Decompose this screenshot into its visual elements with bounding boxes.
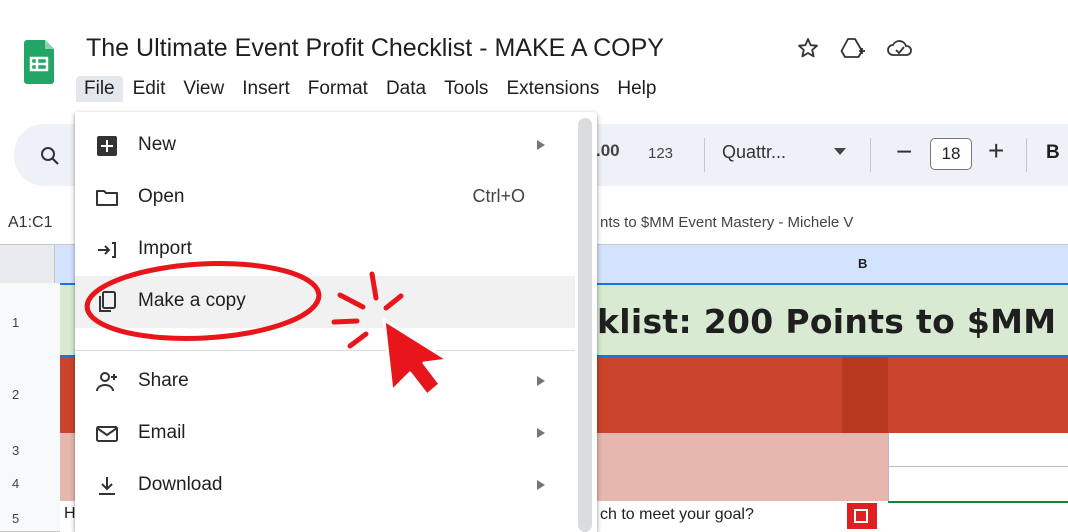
file-menu-new[interactable]: New (75, 120, 575, 172)
sheets-logo-icon[interactable] (24, 40, 54, 84)
menu-data[interactable]: Data (378, 76, 434, 102)
font-family-select[interactable]: Quattr... (722, 142, 786, 163)
checkbox[interactable] (847, 503, 877, 529)
new-sheet-icon (97, 136, 117, 156)
cell-border (888, 501, 1068, 503)
column-header-b[interactable]: B (858, 256, 867, 271)
cloud-saved-icon[interactable] (886, 36, 914, 60)
file-menu-new-label: New (138, 134, 177, 155)
app-header: The Ultimate Event Profit Checklist - MA… (0, 0, 1068, 112)
row-header-4[interactable]: 4 (0, 466, 60, 502)
select-all-corner[interactable] (0, 245, 55, 284)
submenu-arrow-icon (537, 428, 545, 438)
star-icon[interactable] (796, 36, 820, 60)
menu-edit[interactable]: Edit (125, 76, 174, 102)
toolbar-divider (704, 138, 705, 172)
share-person-icon (96, 372, 117, 392)
email-icon (96, 426, 118, 442)
file-menu-open[interactable]: Open Ctrl+O (75, 172, 575, 224)
file-menu-share-label: Share (138, 370, 189, 391)
row-header-1[interactable]: 1 (0, 283, 60, 358)
gridline (888, 466, 1068, 467)
menu-extensions[interactable]: Extensions (498, 76, 607, 102)
submenu-arrow-icon (537, 376, 545, 386)
move-to-drive-icon[interactable] (840, 36, 866, 60)
more-formats-button[interactable]: 123 (648, 145, 673, 162)
menu-file[interactable]: File (76, 76, 123, 102)
increase-font-size-button[interactable]: + (988, 135, 1004, 167)
file-menu-share[interactable]: Share (75, 356, 575, 408)
row-5-question-text: ch to meet your goal? (600, 506, 754, 523)
import-arrow-icon (98, 242, 116, 258)
search-menus-icon[interactable] (38, 144, 62, 168)
name-box[interactable]: A1:C1 (8, 214, 52, 232)
file-menu-make-a-copy-label: Make a copy (138, 290, 246, 311)
document-title[interactable]: The Ultimate Event Profit Checklist - MA… (86, 34, 664, 63)
chevron-down-icon[interactable] (834, 148, 846, 155)
bold-button[interactable]: B (1046, 142, 1060, 164)
toolbar-divider (1026, 138, 1027, 172)
menu-scrollbar[interactable] (578, 118, 592, 532)
row-1-banner-text: klist: 200 Points to $MM Ev (597, 302, 1068, 341)
formula-input[interactable]: nts to $MM Event Mastery - Michele V (600, 214, 853, 231)
menu-divider (75, 350, 575, 351)
menu-bar: File Edit View Insert Format Data Tools … (76, 76, 666, 102)
row-header-2[interactable]: 2 (0, 357, 60, 434)
file-menu-import-label: Import (138, 238, 192, 259)
copy-icon (99, 291, 116, 312)
title-icons (796, 36, 914, 60)
file-menu-email[interactable]: Email (75, 408, 575, 460)
open-shortcut: Ctrl+O (472, 186, 525, 206)
menu-help[interactable]: Help (609, 76, 664, 102)
decrease-font-size-button[interactable]: − (896, 136, 912, 168)
file-menu-dropdown: New Open Ctrl+O Import Make a copy Share… (75, 112, 597, 532)
menu-insert[interactable]: Insert (234, 76, 298, 102)
row-5-cell-a-text: H (64, 505, 76, 522)
file-menu-make-a-copy[interactable]: Make a copy (75, 276, 575, 328)
menu-format[interactable]: Format (300, 76, 376, 102)
file-menu-import[interactable]: Import (75, 224, 575, 276)
file-menu-email-label: Email (138, 422, 186, 443)
row-2-cell-b[interactable] (842, 357, 888, 433)
folder-icon (96, 190, 118, 206)
submenu-arrow-icon (537, 140, 545, 150)
menu-tools[interactable]: Tools (436, 76, 496, 102)
download-icon (99, 477, 115, 495)
decrease-decimal-button[interactable]: .00 (596, 141, 620, 161)
toolbar-divider (870, 138, 871, 172)
rows-3-4-right-cells[interactable] (888, 433, 1068, 501)
row-header-5[interactable]: 5 (0, 501, 60, 532)
font-size-input[interactable]: 18 (930, 138, 972, 170)
file-menu-download[interactable]: Download (75, 460, 575, 512)
file-menu-download-label: Download (138, 474, 223, 495)
file-menu-open-label: Open (138, 186, 185, 207)
submenu-arrow-icon (537, 480, 545, 490)
menu-view[interactable]: View (175, 76, 232, 102)
row-header-3[interactable]: 3 (0, 433, 60, 467)
